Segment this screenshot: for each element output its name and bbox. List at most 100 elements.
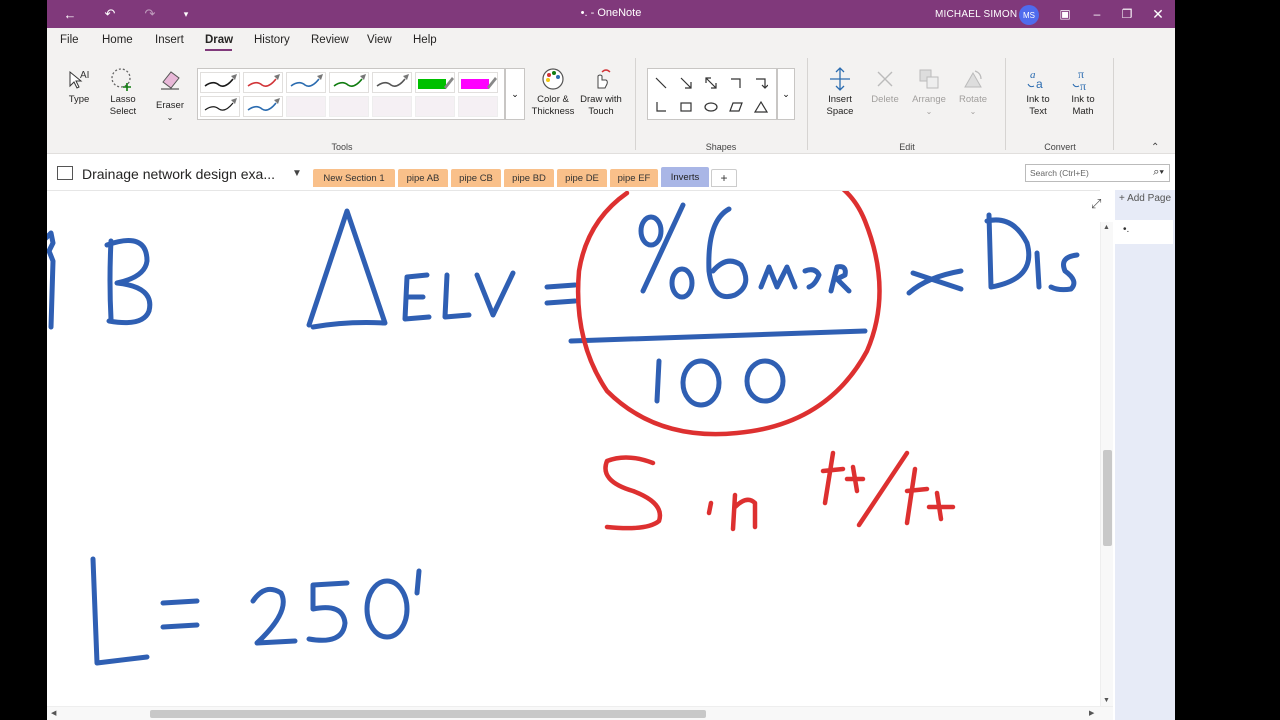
pen-black-thin[interactable]	[200, 96, 240, 117]
ink-letter-s	[1048, 252, 1080, 293]
ink-to-text-label-1: Ink to	[1026, 94, 1050, 105]
shapes-gallery-more-icon[interactable]: ⌄	[777, 68, 795, 120]
close-icon[interactable]: ✕	[1143, 4, 1173, 24]
ink-to-text-button[interactable]: aa Ink to Text	[1015, 64, 1061, 118]
insert-space-button[interactable]: Insert Space	[817, 64, 863, 118]
scroll-right-icon[interactable]: ▶	[1089, 709, 1094, 717]
page-canvas[interactable]	[47, 190, 1100, 706]
corner-arrow-shape-icon[interactable]	[751, 73, 771, 93]
rotate-button[interactable]: Rotate ⌄	[951, 64, 995, 118]
arrange-button[interactable]: Arrange ⌄	[907, 64, 951, 118]
ink-fraction-bar	[568, 328, 868, 344]
corner-shape-icon[interactable]	[726, 73, 746, 93]
ink-ft-2	[904, 466, 956, 526]
shapes-gallery	[647, 68, 777, 120]
highlighter-magenta[interactable]	[458, 72, 498, 93]
ribbon-separator	[807, 58, 808, 150]
pen-black[interactable]	[200, 72, 240, 93]
ink-letter-d	[984, 212, 1032, 290]
pen-blue[interactable]	[286, 72, 326, 93]
collapse-ribbon-icon[interactable]: ⌃	[1151, 142, 1159, 153]
scroll-left-icon[interactable]: ◀	[51, 709, 56, 717]
draw-with-touch-button[interactable]: Draw with Touch	[579, 64, 623, 118]
ribbon-display-options-icon[interactable]: ▣	[1050, 4, 1080, 24]
ink-letter-s-red	[603, 455, 663, 531]
ink-letter-i	[1034, 250, 1042, 290]
double-arrow-shape-icon[interactable]	[701, 73, 721, 93]
rotate-icon	[951, 64, 995, 94]
line-shape-icon[interactable]	[651, 73, 671, 93]
arrange-label: Arrange	[912, 94, 946, 105]
avatar[interactable]: MS	[1019, 5, 1039, 25]
ink-letter-e	[402, 272, 432, 322]
svg-text:π: π	[1080, 79, 1086, 92]
arrow-shape-icon[interactable]	[676, 73, 696, 93]
ink-layer[interactable]	[47, 191, 1100, 706]
restore-icon[interactable]: ❐	[1112, 4, 1142, 24]
ink-to-math-label-1: Ink to	[1071, 94, 1095, 105]
type-button[interactable]: AI Type	[61, 64, 97, 106]
tab-inverts[interactable]: Inverts	[661, 167, 709, 187]
tab-pipe-cb[interactable]: pipe CB	[451, 169, 501, 187]
notebook-title[interactable]: Drainage network design exa...	[82, 166, 275, 182]
ink-letter-l	[442, 272, 472, 320]
pen-red[interactable]	[243, 72, 283, 93]
eraser-dropdown-icon[interactable]: ⌄	[151, 112, 189, 124]
pen-green[interactable]	[329, 72, 369, 93]
ink-to-math-button[interactable]: ππ Ink to Math	[1061, 64, 1105, 118]
color-thickness-label-2: Thickness	[531, 106, 575, 117]
add-section-icon[interactable]: +	[711, 169, 737, 187]
tab-new-section-1[interactable]: New Section 1	[313, 169, 395, 187]
highlighter-green[interactable]	[415, 72, 455, 93]
horizontal-scrollbar[interactable]: ◀ ▶	[47, 706, 1113, 720]
ink-digit-5	[306, 580, 350, 643]
eraser-button[interactable]: Eraser ⌄	[151, 64, 189, 124]
pen-gallery	[197, 68, 505, 120]
rotate-label: Rotate	[959, 94, 987, 105]
menu-home[interactable]: Home	[102, 34, 133, 46]
menu-history[interactable]: History	[254, 34, 290, 46]
menu-review[interactable]: Review	[311, 34, 349, 46]
pen-gray[interactable]	[372, 72, 412, 93]
lasso-select-button[interactable]: Lasso Select	[103, 64, 143, 118]
triangle-shape-icon[interactable]	[751, 97, 771, 117]
menu-view[interactable]: View	[367, 34, 392, 46]
search-input[interactable]: Search (Ctrl+E) ⌕▾	[1025, 164, 1170, 182]
search-icon[interactable]: ⌕▾	[1153, 166, 1164, 179]
delete-label: Delete	[871, 94, 899, 105]
pen-gallery-more-icon[interactable]: ⌄	[505, 68, 525, 120]
scroll-up-icon[interactable]: ▲	[1103, 224, 1110, 231]
tab-pipe-de[interactable]: pipe DE	[557, 169, 607, 187]
ribbon-separator	[1113, 58, 1114, 150]
insert-space-label-2: Space	[826, 106, 854, 117]
rectangle-shape-icon[interactable]	[676, 97, 696, 117]
palette-icon	[531, 64, 575, 94]
horizontal-scroll-thumb[interactable]	[150, 710, 706, 718]
menu-insert[interactable]: Insert	[155, 34, 184, 46]
user-name[interactable]: MICHAEL SIMON	[935, 9, 1017, 20]
ellipse-shape-icon[interactable]	[701, 97, 721, 117]
axis-shape-icon[interactable]	[651, 97, 671, 117]
parallelogram-shape-icon[interactable]	[726, 97, 746, 117]
menu-file[interactable]: File	[60, 34, 79, 46]
tab-pipe-ef[interactable]: pipe EF	[610, 169, 658, 187]
color-thickness-button[interactable]: Color & Thickness	[531, 64, 575, 118]
menu-help[interactable]: Help	[413, 34, 437, 46]
convert-group-label: Convert	[1044, 142, 1076, 152]
type-label: Type	[68, 94, 90, 105]
add-page-button[interactable]: + Add Page	[1119, 193, 1171, 204]
page-item-current[interactable]: •.	[1115, 220, 1173, 244]
arrange-dropdown-icon: ⌄	[925, 107, 933, 116]
vertical-scrollbar[interactable]: ▲ ▼	[1100, 222, 1113, 706]
scroll-down-icon[interactable]: ▼	[1103, 697, 1110, 704]
minimize-icon[interactable]: –	[1082, 4, 1112, 24]
pen-blue-selected[interactable]	[243, 96, 283, 117]
draw-touch-label-1: Draw with	[580, 94, 622, 105]
full-page-view-icon[interactable]: ⤢	[1091, 196, 1101, 212]
tab-pipe-bd[interactable]: pipe BD	[504, 169, 554, 187]
vertical-scroll-thumb[interactable]	[1103, 450, 1112, 546]
delete-button[interactable]: Delete	[865, 64, 905, 106]
tab-pipe-ab[interactable]: pipe AB	[398, 169, 448, 187]
menu-draw[interactable]: Draw	[205, 34, 233, 46]
notebook-dropdown-icon[interactable]: ▼	[292, 168, 302, 179]
